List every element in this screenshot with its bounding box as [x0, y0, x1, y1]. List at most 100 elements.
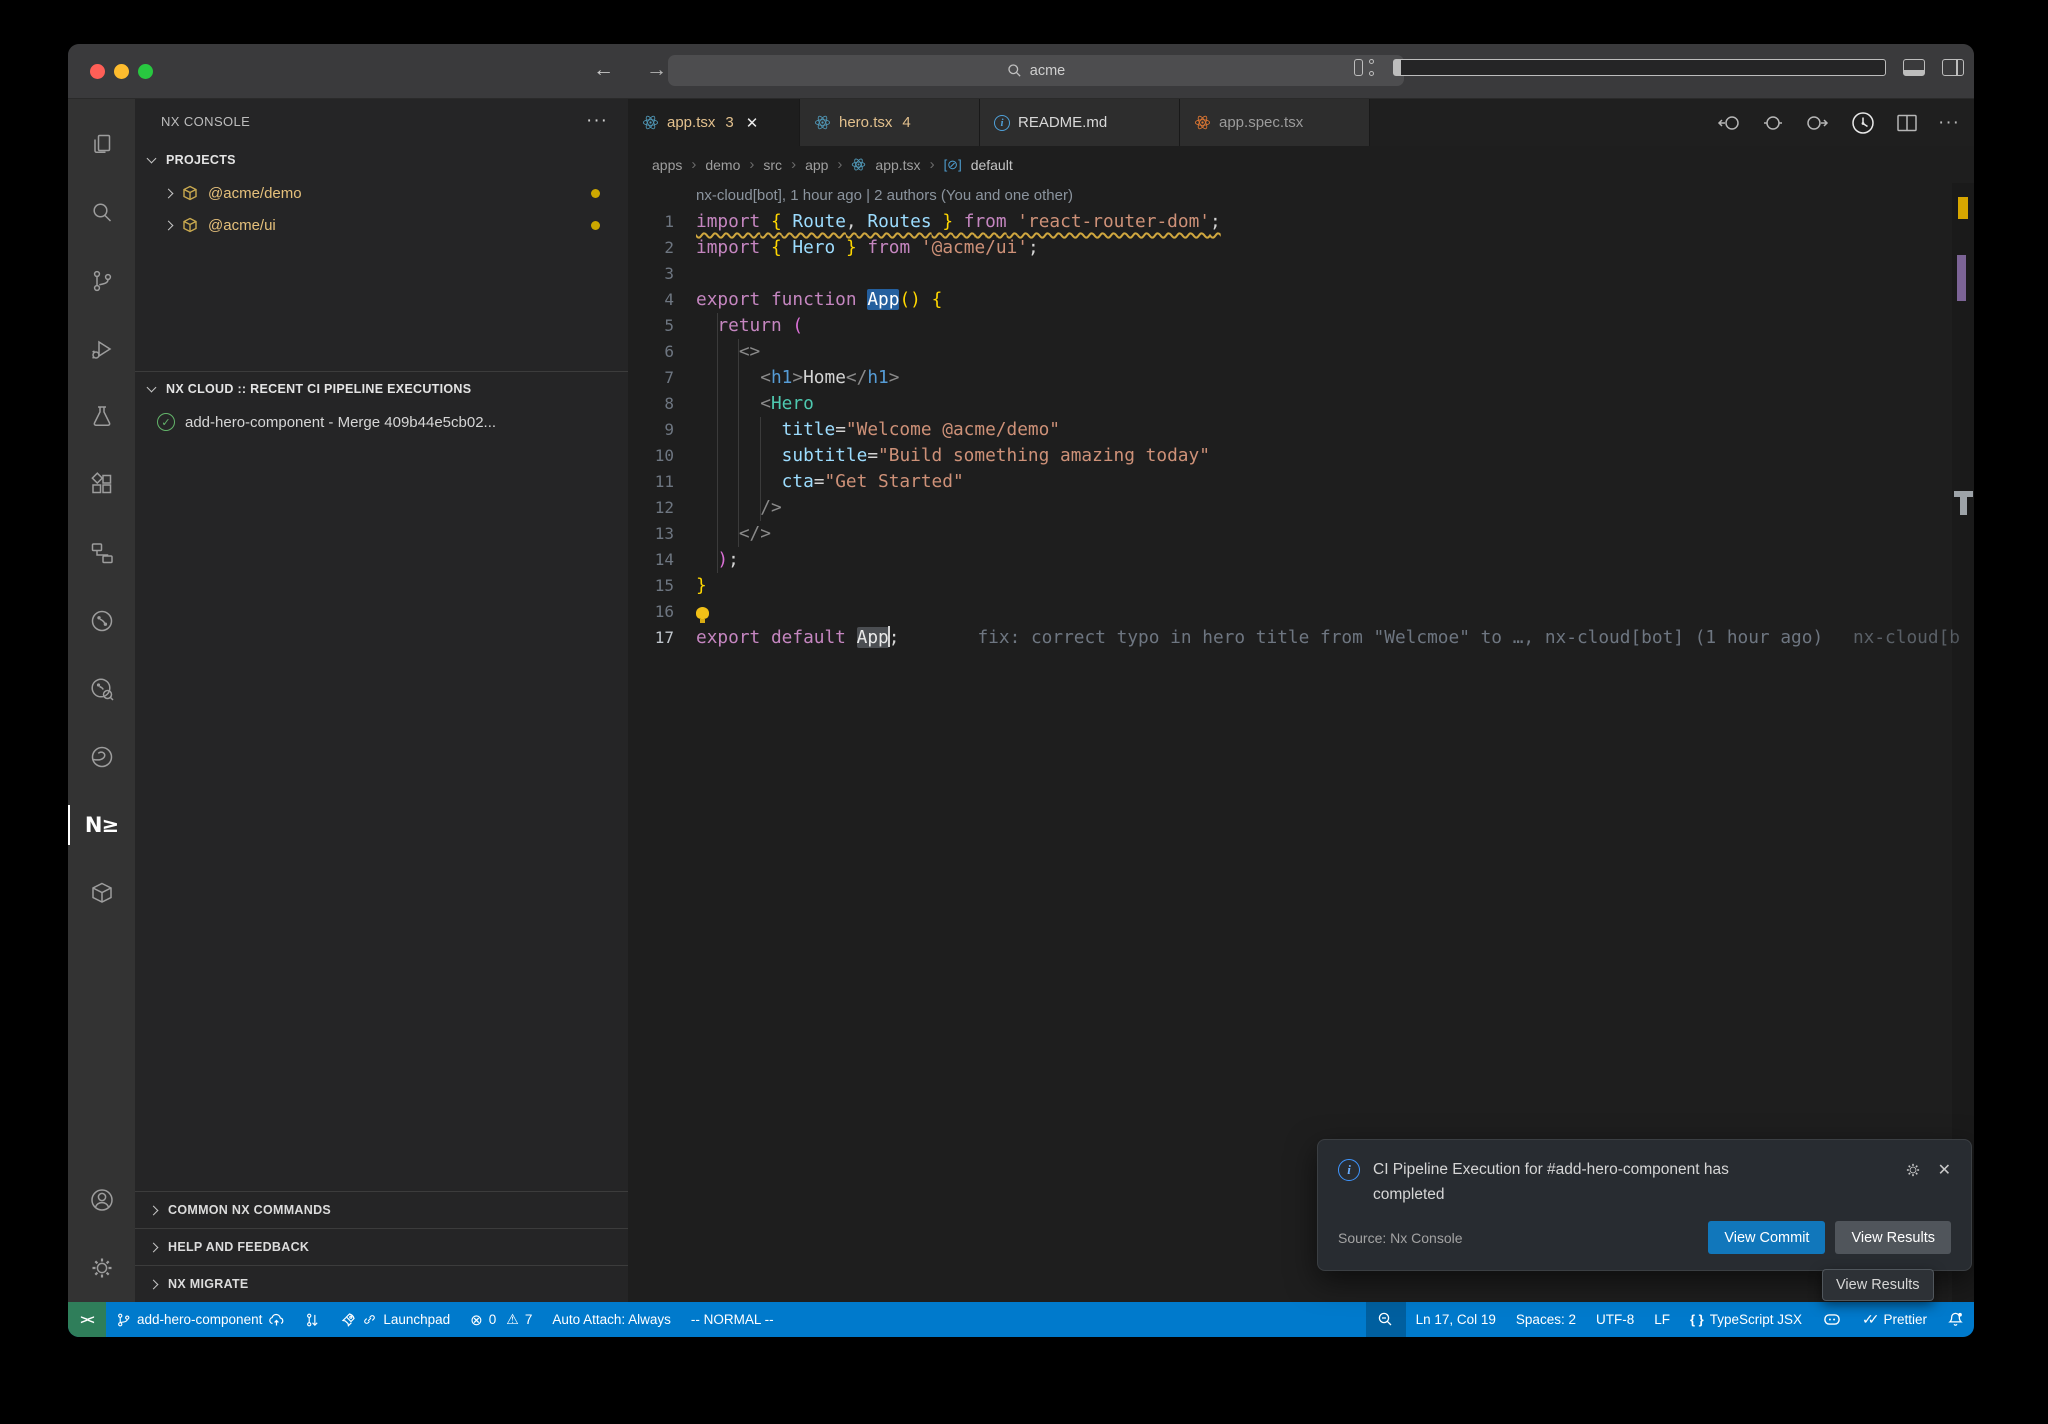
testing-icon[interactable]	[68, 383, 135, 451]
auto-attach-item[interactable]: Auto Attach: Always	[542, 1302, 681, 1337]
remote-indicator[interactable]: ><	[68, 1302, 106, 1337]
history-forward-icon[interactable]: →	[646, 58, 667, 82]
code-line[interactable]: 12 />	[628, 495, 1974, 521]
breadcrumb-item[interactable]: app	[805, 157, 828, 173]
code-line[interactable]: 2import { Hero } from '@acme/ui';	[628, 235, 1974, 261]
code-line[interactable]: 3	[628, 261, 1974, 287]
commit-search-icon[interactable]	[68, 655, 135, 723]
code-line[interactable]: 11 cta="Get Started"	[628, 469, 1974, 495]
tab-readme-md[interactable]: i README.md	[980, 99, 1180, 146]
close-window-button[interactable]	[90, 64, 105, 79]
command-center-search[interactable]: acme	[668, 55, 1404, 86]
git-compare-item[interactable]	[295, 1302, 330, 1337]
code-line[interactable]: 13 </>	[628, 521, 1974, 547]
view-results-button[interactable]: View Results	[1835, 1221, 1951, 1254]
navigate-back-icon[interactable]	[1716, 112, 1742, 134]
code-line[interactable]: 10 subtitle="Build something amazing tod…	[628, 443, 1974, 469]
project-item-acme-ui[interactable]: @acme/ui	[135, 209, 628, 241]
code-line[interactable]: 16	[628, 599, 1974, 625]
code-line[interactable]: 9 title="Welcome @acme/demo"	[628, 417, 1974, 443]
problems-item[interactable]: ⊗ 0 ⚠ 7	[460, 1302, 542, 1337]
more-actions-icon[interactable]: ···	[1938, 112, 1960, 134]
code-line[interactable]: 5 return (	[628, 313, 1974, 339]
code-line[interactable]: 6 <>	[628, 339, 1974, 365]
eol-item[interactable]: LF	[1644, 1302, 1680, 1337]
git-branch-item[interactable]: add-hero-component	[106, 1302, 295, 1337]
breadcrumb-item[interactable]: default	[971, 157, 1013, 173]
run-icon[interactable]	[1850, 110, 1876, 136]
tab-label: README.md	[1018, 114, 1107, 131]
project-item-acme-demo[interactable]: @acme/demo	[135, 177, 628, 209]
navigate-forward-icon[interactable]	[1804, 112, 1830, 134]
formatter-item[interactable]: ✓✓ Prettier	[1852, 1302, 1937, 1337]
section-common-nx-commands[interactable]: COMMON NX COMMANDS	[135, 1191, 628, 1228]
tab-app-spec-tsx[interactable]: app.spec.tsx	[1180, 99, 1370, 146]
zoom-status-item[interactable]	[1366, 1302, 1406, 1337]
commit-graph-icon[interactable]	[68, 587, 135, 655]
explorer-icon[interactable]	[68, 111, 135, 179]
code-line[interactable]: 4export function App() {	[628, 287, 1974, 313]
section-help-and-feedback[interactable]: HELP AND FEEDBACK	[135, 1228, 628, 1265]
success-check-icon: ✓	[157, 413, 175, 431]
breadcrumb-item[interactable]: apps	[652, 157, 682, 173]
breadcrumb-item[interactable]: src	[763, 157, 782, 173]
code-line[interactable]: 14 );	[628, 547, 1974, 573]
section-projects[interactable]: PROJECTS	[135, 143, 628, 177]
info-icon: i	[1338, 1159, 1360, 1181]
tab-app-tsx[interactable]: app.tsx 3 ✕	[628, 99, 800, 146]
minimize-window-button[interactable]	[114, 64, 129, 79]
search-value: acme	[1030, 63, 1065, 79]
accounts-icon[interactable]	[68, 1166, 135, 1234]
notification-close-icon[interactable]: ✕	[1938, 1160, 1951, 1180]
code-line[interactable]: 7 <h1>Home</h1>	[628, 365, 1974, 391]
overview-ruler[interactable]	[1952, 183, 1974, 1302]
customize-layout-icon[interactable]	[1354, 59, 1376, 76]
lightbulb-icon[interactable]	[696, 607, 709, 619]
containers-icon[interactable]	[68, 859, 135, 927]
toggle-primary-sidebar-icon[interactable]	[1393, 59, 1886, 76]
vim-mode-item[interactable]: -- NORMAL --	[681, 1302, 784, 1337]
code-line[interactable]: 17export default App;fix: correct typo i…	[628, 625, 1974, 651]
cursor-position-item[interactable]: Ln 17, Col 19	[1406, 1302, 1506, 1337]
language-mode-item[interactable]: { } TypeScript JSX	[1680, 1302, 1812, 1337]
breadcrumb-item[interactable]: demo	[705, 157, 740, 173]
code-editor[interactable]: nx-cloud[bot], 1 hour ago | 2 authors (Y…	[628, 183, 1974, 1302]
code-line[interactable]: 8 <Hero	[628, 391, 1974, 417]
nx-console-icon[interactable]: N≥	[68, 791, 135, 859]
extensions-icon[interactable]	[68, 451, 135, 519]
code-line[interactable]: 15}	[628, 573, 1974, 599]
history-back-icon[interactable]: ←	[593, 58, 614, 82]
section-nx-migrate[interactable]: NX MIGRATE	[135, 1265, 628, 1302]
toggle-panel-icon[interactable]	[1903, 59, 1925, 76]
encoding-item[interactable]: UTF-8	[1586, 1302, 1644, 1337]
breadcrumb-item[interactable]: app.tsx	[875, 157, 920, 173]
editor-actions: ···	[1716, 99, 1960, 146]
react-icon	[642, 114, 659, 131]
copilot-status-item[interactable]	[1812, 1302, 1852, 1337]
edge-tools-icon[interactable]	[68, 723, 135, 791]
notification-source: Source: Nx Console	[1338, 1230, 1463, 1246]
toggle-secondary-sidebar-icon[interactable]	[1942, 59, 1964, 76]
section-nx-cloud[interactable]: NX CLOUD :: RECENT CI PIPELINE EXECUTION…	[135, 371, 628, 406]
pipeline-execution-item[interactable]: ✓ add-hero-component - Merge 409b44e5cb0…	[135, 406, 628, 438]
split-editor-icon[interactable]	[1896, 114, 1918, 132]
notification-toast: i CI Pipeline Execution for #add-hero-co…	[1317, 1139, 1972, 1271]
code-line[interactable]: 1import { Route, Routes } from 'react-ro…	[628, 209, 1974, 235]
indentation-item[interactable]: Spaces: 2	[1506, 1302, 1586, 1337]
search-sidebar-icon[interactable]	[68, 179, 135, 247]
notification-settings-icon[interactable]	[1904, 1161, 1922, 1179]
sidebar-more-actions-icon[interactable]: ···	[586, 110, 608, 132]
branch-icon	[116, 1312, 131, 1328]
run-debug-icon[interactable]	[68, 315, 135, 383]
navigate-position-icon[interactable]	[1762, 112, 1784, 134]
launchpad-item[interactable]: Launchpad	[330, 1302, 460, 1337]
project-structure-icon[interactable]	[68, 519, 135, 587]
tab-hero-tsx[interactable]: hero.tsx 4	[800, 99, 980, 146]
close-tab-icon[interactable]: ✕	[746, 114, 759, 132]
maximize-window-button[interactable]	[138, 64, 153, 79]
notifications-bell-item[interactable]	[1937, 1302, 1974, 1337]
notification-message: CI Pipeline Execution for #add-hero-comp…	[1373, 1157, 1803, 1207]
settings-gear-icon[interactable]	[68, 1234, 135, 1302]
source-control-icon[interactable]	[68, 247, 135, 315]
view-commit-button[interactable]: View Commit	[1708, 1221, 1825, 1254]
